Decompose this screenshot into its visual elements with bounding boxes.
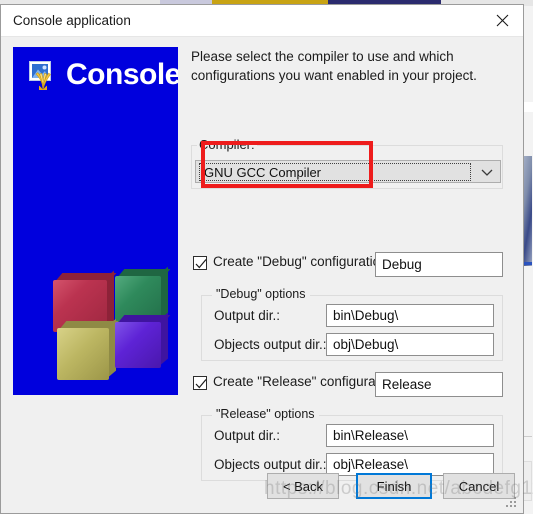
banner-title: Console: [66, 58, 178, 91]
banner-logo-row: Console: [27, 59, 178, 91]
resize-grip-icon[interactable]: [505, 496, 518, 509]
dialog-title: Console application: [13, 13, 131, 28]
compiler-select-value: GNU GCC Compiler: [199, 163, 471, 181]
release-config-label: Create "Release" configuration:: [213, 374, 402, 389]
release-options-legend: "Release" options: [212, 407, 319, 421]
debug-config-row: Create "Debug" configuration: Debug: [191, 252, 503, 278]
cancel-button-label: Cancel: [458, 478, 500, 494]
banner-cubes-graphic: [31, 266, 171, 395]
debug-options-legend: "Debug" options: [212, 287, 310, 301]
debug-objects-dir-input[interactable]: obj\Debug\: [326, 333, 494, 356]
compiler-label: Compiler:: [197, 137, 257, 152]
finish-button-label: Finish: [376, 478, 412, 494]
debug-config-label: Create "Debug" configuration:: [213, 254, 392, 269]
close-button[interactable]: [481, 5, 523, 36]
compiler-select[interactable]: GNU GCC Compiler: [195, 160, 501, 183]
back-button-label: < Back: [282, 478, 324, 494]
debug-options-group: "Debug" options Output dir.: bin\Debug\ …: [201, 287, 503, 361]
finish-button[interactable]: Finish: [356, 473, 432, 499]
debug-config-name-input[interactable]: Debug: [375, 252, 503, 277]
checkmark-icon: [195, 379, 207, 389]
back-button[interactable]: < Back: [267, 473, 339, 499]
dialog-titlebar: Console application: [1, 5, 523, 37]
debug-config-checkbox[interactable]: [193, 256, 207, 270]
debug-objects-dir-label: Objects output dir.:: [214, 337, 327, 352]
wizard-banner: Console: [13, 47, 178, 395]
release-output-dir-input[interactable]: bin\Release\: [326, 424, 494, 447]
cube-purple: [115, 312, 171, 368]
debug-output-dir-input[interactable]: bin\Debug\: [326, 304, 494, 327]
close-icon: [496, 14, 508, 27]
release-config-name-input[interactable]: Release: [375, 372, 503, 397]
intro-text: Please select the compiler to use and wh…: [191, 49, 477, 83]
release-config-checkbox[interactable]: [193, 376, 207, 390]
debug-output-dir-label: Output dir.:: [214, 308, 281, 323]
dialog-body: Console Please select the compiler to us…: [1, 37, 523, 513]
cube-olive: [57, 318, 119, 380]
console-application-dialog: Console application Console Please selec…: [0, 4, 524, 514]
dialog-footer: < Back Finish Cancel: [1, 461, 523, 513]
chevron-down-icon: [481, 169, 493, 176]
checkmark-icon: [195, 259, 207, 269]
wizard-content: Please select the compiler to use and wh…: [191, 47, 511, 481]
release-output-dir-label: Output dir.:: [214, 428, 281, 443]
codeblocks-icon: [27, 59, 59, 91]
release-config-row: Create "Release" configuration: Release: [191, 372, 503, 398]
